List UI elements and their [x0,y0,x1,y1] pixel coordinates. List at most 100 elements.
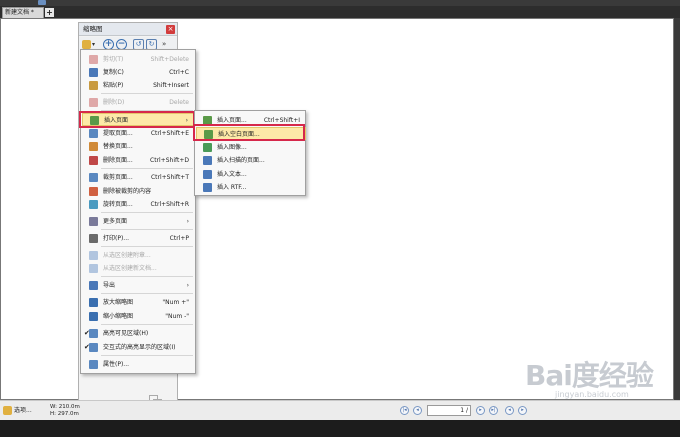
thumbnail-panel-title: 缩略图 [79,23,177,36]
replace-page-icon [89,142,98,151]
menu-item[interactable]: 删除页面... Ctrl+Shift+D [82,154,195,167]
first-page-icon[interactable]: |◂ [400,406,409,415]
menu-item-shortcut: "Num -" [165,313,189,320]
menu-item[interactable]: 放大缩略图 "Num +" [82,296,195,309]
taskbar-edge [0,420,680,437]
status-options-label: 选项... [14,407,32,414]
gear-icon [82,40,91,49]
remove-cropped-icon [89,187,98,196]
export-icon [89,281,98,290]
menu-item-shortcut: "Num +" [162,299,189,306]
insert-page-submenu: 插入页面... Ctrl+Shift+I 插入空白页面... 插入图像... 插入扫描的… [194,110,306,196]
extract-page-icon [89,129,98,138]
copy-icon [89,68,98,77]
menu-item[interactable]: 插入图像... [196,141,306,154]
menu-separator [101,246,193,247]
zoom-in-icon [89,298,98,307]
menu-item: 从选区创建附章... [82,249,195,262]
menu-separator [101,324,193,325]
watermark: Bai度经验 jingyan.baidu.com [525,352,675,412]
menu-item[interactable]: 缩小缩略图 "Num -" [82,310,195,323]
menu-item[interactable]: 替换页面... [82,140,195,153]
back-view-icon[interactable]: ◂ [505,406,514,415]
menu-item: 剪切(T) Shift+Delete [82,53,195,66]
menu-item[interactable]: 打印(P)... Ctrl+P [82,232,195,245]
stamp-from-selection-icon [89,251,98,260]
submenu-arrow-icon: › [186,218,189,225]
rotate-page-icon [89,200,98,209]
menu-item-label: 从选区创建新文档... [103,265,157,272]
menu-separator [101,229,193,230]
status-options-button[interactable]: 选项... [3,405,32,417]
previous-page-icon[interactable]: ◂ [413,406,422,415]
menu-item-shortcut: Ctrl+Shift+R [150,201,189,208]
menu-item-shortcut: Shift+Delete [150,56,189,63]
menu-item-label: 交互式的高亮显示的区域(I) [103,344,176,351]
annotation-highlight-insert-page [79,111,195,128]
menu-item-label: 裁剪页面... [103,174,133,181]
menu-separator [101,293,193,294]
menu-item[interactable]: 复制(C) Ctrl+C [82,66,195,79]
insert-rtf-icon [203,183,212,192]
crop-page-icon [89,173,98,182]
menu-item-label: 从选区创建附章... [103,252,151,259]
more-pages-icon [89,217,98,226]
trash-icon [89,98,98,107]
menu-item-label: 插入 RTF... [217,184,247,191]
last-page-icon[interactable]: ▸| [489,406,498,415]
menu-separator [101,93,193,94]
window-edge [674,18,680,400]
menu-item[interactable]: 提取页面... Ctrl+Shift+E [82,127,195,140]
menu-item-label: 插入图像... [217,144,247,151]
menu-item-label: 旋转页面... [103,201,133,208]
menu-item-shortcut: Ctrl+Shift+D [150,157,189,164]
menu-item-label: 插入扫描的页面... [217,157,265,164]
page-number-input[interactable]: 1 / [427,405,471,416]
menu-item-shortcut: Delete [169,99,189,106]
menu-item-label: 粘贴(P) [103,82,124,89]
menu-item[interactable]: ✔ 高亮可见区域(H) [82,327,195,340]
menu-item-label: 删除页面... [103,157,133,164]
menu-item[interactable]: 插入 RTF... [196,181,306,194]
menu-item[interactable]: 旋转页面... Ctrl+Shift+R [82,198,195,211]
next-page-icon[interactable]: ▸ [476,406,485,415]
menu-item-label: 替换页面... [103,143,133,150]
menu-item[interactable]: 更多页面 › [82,215,195,228]
menu-separator [101,212,193,213]
page-dimensions: W: 210.0m H: 297.0m [50,404,80,418]
menu-item[interactable]: 裁剪页面... Ctrl+Shift+T [82,171,195,184]
menu-item-label: 更多页面 [103,218,128,225]
tab-document[interactable]: 新建文档 * [2,7,44,18]
menu-item: 删除(D) Delete [82,96,195,109]
menu-item[interactable]: 粘贴(P) Shift+Insert [82,79,195,92]
menu-item-label: 删除(D) [103,99,125,106]
menu-separator [101,355,193,356]
new-tab-button[interactable]: + [45,8,54,17]
menu-item[interactable]: 导出 › [82,279,195,292]
menu-item-label: 属性(P)... [103,361,130,368]
menu-item[interactable]: 插入文本... [196,168,306,181]
menu-item-label: 导出 [103,282,116,289]
menu-item[interactable]: 属性(P)... [82,358,195,371]
menu-item[interactable]: 插入扫描的页面... [196,154,306,167]
gear-icon [3,406,12,415]
page-width: W: 210.0m [50,404,80,410]
insert-scan-icon [203,156,212,165]
menu-item: 从选区创建新文档... [82,262,195,275]
menu-item-label: 放大缩略图 [103,299,134,306]
annotation-highlight-insert-blank [193,124,305,141]
thumbnail-title-text: 缩略图 [83,25,103,33]
menu-item-label: 删除被裁剪的内容 [103,188,152,195]
watermark-logo: Bai度经验 [525,359,654,392]
menu-item-shortcut: Ctrl+P [169,235,189,242]
tab-bar: 新建文档 * + [0,6,680,18]
menu-item[interactable]: 删除被裁剪的内容 [82,185,195,198]
menu-item-label: 插入文本... [217,171,247,178]
menu-item-label: 缩小缩略图 [103,313,134,320]
menu-item-label: 提取页面... [103,130,133,137]
close-icon[interactable]: × [166,25,175,34]
highlight-visible-icon [89,329,98,338]
paste-icon [89,81,98,90]
menu-item[interactable]: ✔ 交互式的高亮显示的区域(I) [82,341,195,354]
doc-from-selection-icon [89,264,98,273]
